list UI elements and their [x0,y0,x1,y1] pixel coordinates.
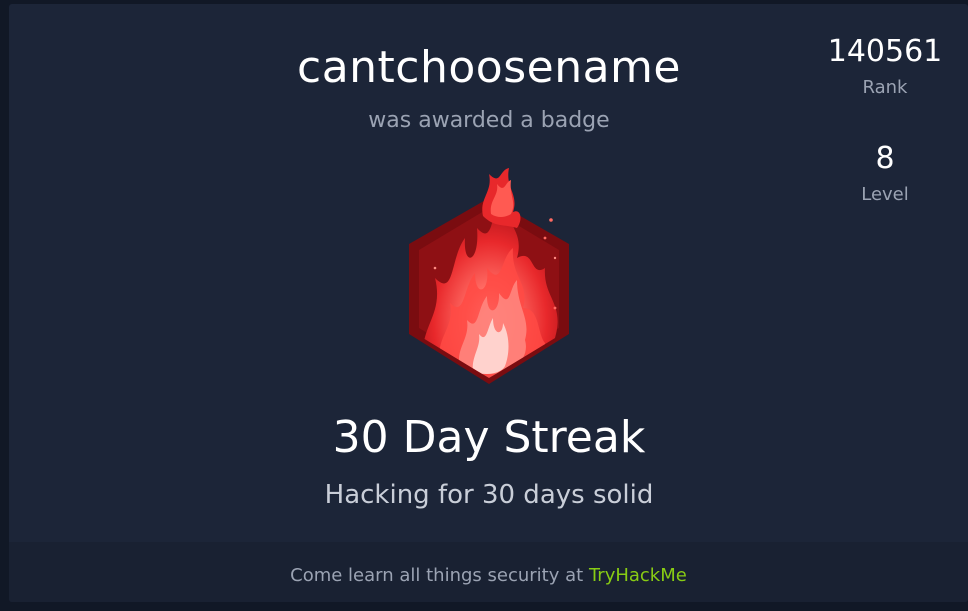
fire-badge-icon [405,168,573,384]
award-subtitle: was awarded a badge [368,108,610,133]
level-value: 8 [875,141,895,176]
level-label: Level [861,184,909,205]
footer-text: Come learn all things security at [290,565,589,586]
badge-title: 30 Day Streak [332,412,646,463]
rank-label: Rank [862,77,908,98]
rank-stat: 140561 Rank [821,34,949,98]
rank-value: 140561 [827,34,943,69]
tryhackme-link[interactable]: TryHackMe [589,565,687,586]
badge-description: Hacking for 30 days solid [324,480,654,510]
badge-card: cantchoosename was awarded a badge 14056… [9,4,968,602]
footer: Come learn all things security at TryHac… [9,542,968,602]
level-stat: 8 Level [821,141,949,205]
